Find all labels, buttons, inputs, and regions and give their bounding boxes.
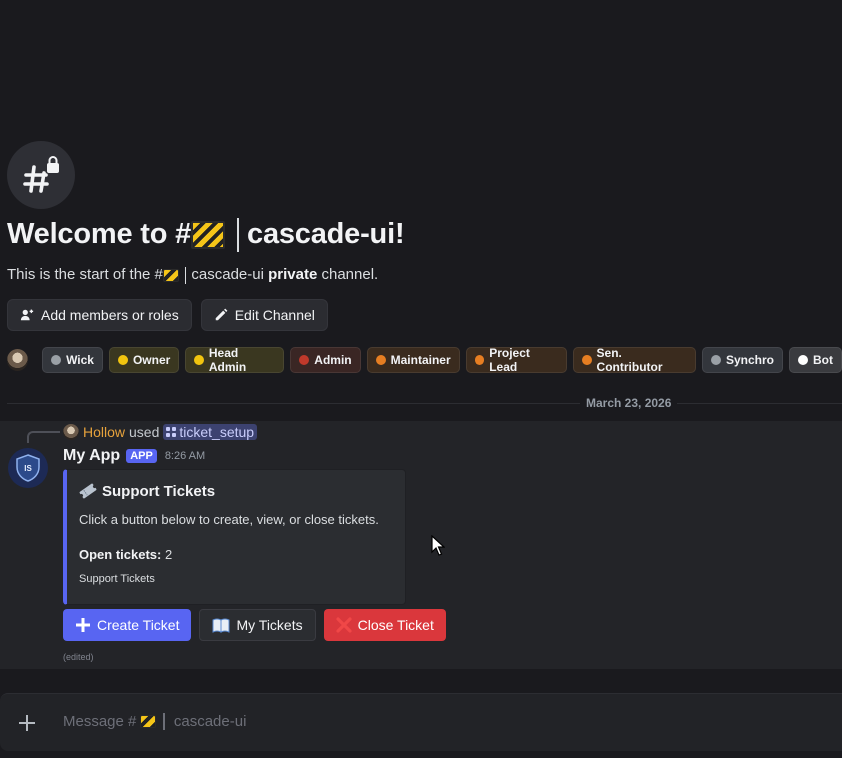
role-color-dot (581, 355, 592, 365)
app-tag-badge: APP (126, 449, 157, 463)
member-avatar[interactable] (7, 349, 29, 371)
construction-barrier-icon (191, 221, 226, 250)
pencil-icon (215, 308, 228, 321)
add-members-button[interactable]: Add members or roles (7, 299, 192, 331)
open-book-icon (212, 618, 230, 633)
app-grid-icon (166, 427, 177, 437)
message-input[interactable]: Message # cascade-ui (63, 713, 246, 730)
subtitle-suffix: channel. (317, 266, 379, 283)
role-chip-label: Bot (813, 353, 833, 367)
reply-used-text: used (129, 424, 160, 440)
welcome-title: Welcome to # cascade-ui! (7, 218, 405, 253)
role-chip[interactable]: Synchro (701, 347, 783, 373)
role-color-dot (710, 355, 721, 365)
role-chip[interactable]: Bot (789, 347, 842, 373)
plus-icon (76, 618, 90, 632)
attach-plus-button[interactable] (16, 712, 38, 734)
placeholder-prefix: Message # (63, 713, 137, 730)
edit-channel-label: Edit Channel (234, 307, 315, 323)
ticket-icon (79, 483, 97, 499)
close-ticket-label: Close Ticket (357, 617, 434, 633)
message-header: My App APP 8:26 AM (63, 447, 205, 465)
date-divider (7, 403, 842, 404)
welcome-prefix: Welcome to # (7, 218, 192, 250)
support-embed: Support Tickets Click a button below to … (63, 469, 406, 605)
reply-avatar[interactable] (63, 424, 79, 440)
subtitle-separator (184, 266, 187, 284)
role-chip-label: Project Lead (489, 346, 530, 374)
channel-action-row: Add members or roles Edit Channel (7, 299, 328, 331)
role-chip[interactable]: Sen. Contributor (572, 346, 696, 374)
role-color-dot (375, 355, 386, 365)
embed-field-open-tickets: Open tickets: 2 (79, 547, 172, 562)
edit-channel-button[interactable]: Edit Channel (200, 299, 328, 331)
reply-connector (27, 431, 60, 443)
add-user-icon (20, 309, 34, 321)
role-color-dot (117, 355, 128, 365)
placeholder-separator (163, 713, 165, 730)
author-name[interactable]: My App (63, 447, 120, 465)
role-chip[interactable]: Wick (42, 347, 103, 373)
placeholder-channel-name: cascade-ui (173, 713, 247, 730)
role-chip-label: Wick (66, 353, 94, 367)
my-tickets-button[interactable]: My Tickets (199, 609, 316, 641)
slash-command-name: ticket_setup (179, 424, 255, 440)
cross-mark-icon (336, 617, 352, 633)
embed-field-name: Open tickets: (79, 547, 162, 562)
embed-title-text: Support Tickets (102, 482, 216, 500)
channel-name: cascade-ui (247, 218, 395, 250)
construction-barrier-icon (140, 715, 157, 728)
embed-description: Click a button below to create, view, or… (79, 512, 379, 527)
role-chip-label: Admin (314, 353, 352, 367)
my-tickets-label: My Tickets (236, 617, 303, 633)
close-ticket-button[interactable]: Close Ticket (323, 609, 446, 641)
subtitle-prefix: This is the start of the # (7, 266, 163, 283)
role-chip-label: Head Admin (208, 346, 247, 374)
date-divider-label: March 23, 2026 (580, 396, 678, 410)
channel-hashtag-lock-icon (7, 141, 75, 209)
message-timestamp[interactable]: 8:26 AM (165, 450, 205, 462)
role-chip[interactable]: Project Lead (465, 346, 567, 374)
edited-indicator: (edited) (63, 652, 94, 662)
welcome-suffix: ! (394, 218, 405, 250)
embed-footer: Support Tickets (79, 573, 155, 585)
role-chip[interactable]: Head Admin (185, 346, 285, 374)
command-reply-header: Hollow used ticket_setup (63, 424, 258, 440)
role-chip[interactable]: Maintainer (366, 347, 460, 373)
role-color-dot (798, 355, 808, 365)
role-color-dot (299, 355, 310, 365)
construction-barrier-icon (162, 268, 179, 282)
subtitle-private: private (268, 266, 318, 283)
embed-field-value: 2 (164, 547, 173, 562)
role-chip[interactable]: Admin (290, 347, 361, 373)
mouse-cursor-icon (431, 534, 446, 562)
welcome-subtitle: This is the start of the # cascade-ui pri… (7, 266, 378, 284)
message-action-row: Create Ticket My Tickets Close Ticket (63, 609, 446, 641)
shield-logo-icon: IS (16, 454, 40, 482)
reply-username[interactable]: Hollow (83, 424, 125, 440)
role-chip-label: Maintainer (390, 353, 451, 367)
slash-command-mention[interactable]: ticket_setup (163, 424, 258, 440)
subtitle-channel-name: cascade-ui (191, 266, 264, 283)
role-chip-label: Owner (132, 353, 171, 367)
role-chip-label: Synchro (725, 353, 774, 367)
role-chip[interactable]: Owner (108, 347, 180, 373)
channel-roles-row: Wick Owner Head Admin Admin Maintainer Projec… (7, 346, 842, 374)
create-ticket-button[interactable]: Create Ticket (63, 609, 192, 641)
channel-name-separator (237, 218, 240, 253)
svg-text:IS: IS (24, 464, 32, 473)
role-color-dot (51, 355, 62, 365)
role-color-dot (194, 355, 204, 365)
create-ticket-label: Create Ticket (97, 617, 180, 633)
role-chip-label: Sen. Contributor (596, 346, 663, 374)
role-color-dot (474, 355, 485, 365)
add-members-label: Add members or roles (41, 307, 179, 323)
embed-title: Support Tickets (79, 482, 215, 500)
message-composer: Message # cascade-ui (0, 693, 842, 751)
bot-avatar[interactable]: IS (8, 448, 48, 488)
plus-icon (19, 715, 35, 731)
